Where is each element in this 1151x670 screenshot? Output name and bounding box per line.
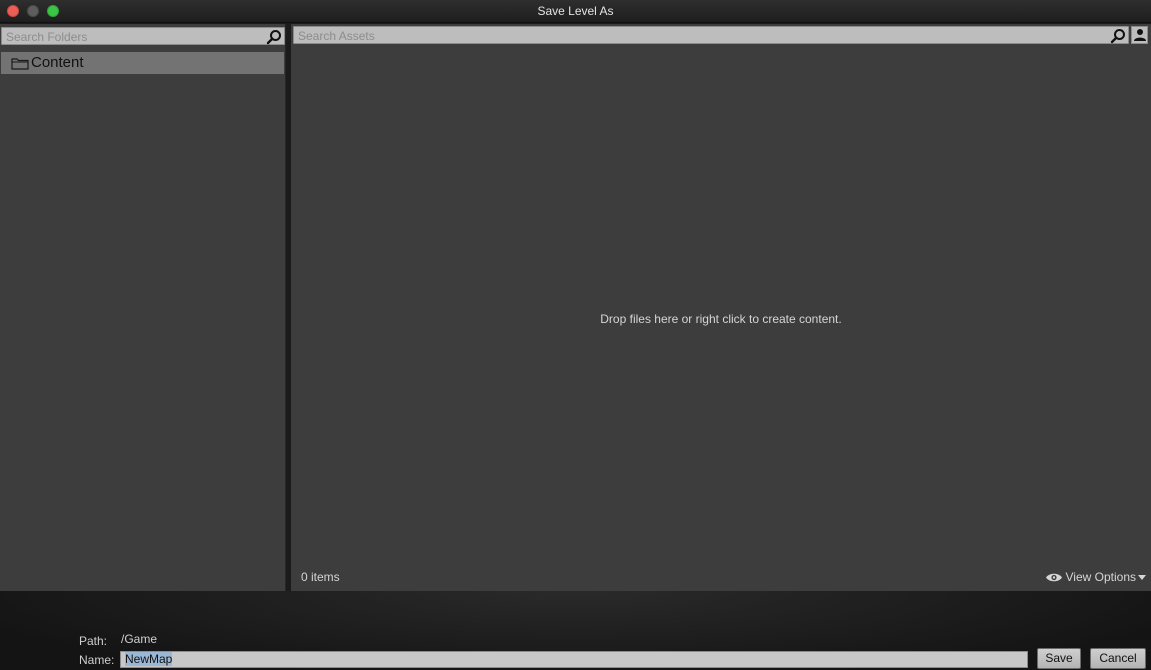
- folder-panel: Search Folders Content: [0, 24, 286, 591]
- search-assets-placeholder: Search Assets: [298, 29, 375, 43]
- name-field[interactable]: NewMap: [120, 651, 1028, 668]
- search-assets-input[interactable]: Search Assets: [293, 26, 1129, 44]
- path-value: /Game: [121, 632, 158, 646]
- folder-tree-item-label: Content: [31, 54, 84, 71]
- search-folders-placeholder: Search Folders: [6, 30, 88, 44]
- view-options-button[interactable]: View Options: [1045, 570, 1146, 584]
- asset-panel[interactable]: Search Assets Drop files here or right c…: [291, 24, 1151, 591]
- chevron-down-icon: [1138, 574, 1146, 580]
- save-footer: Path: /Game Name: NewMap Save Cancel: [0, 591, 1151, 670]
- item-count: 0 items: [301, 570, 340, 584]
- user-filter-button[interactable]: [1131, 26, 1148, 44]
- name-field-value: NewMap: [125, 652, 173, 666]
- window-title: Save Level As: [537, 4, 614, 18]
- user-icon: [1134, 29, 1146, 41]
- cancel-button[interactable]: Cancel: [1090, 648, 1146, 669]
- search-folders-input[interactable]: Search Folders: [1, 27, 285, 45]
- view-options-label: View Options: [1065, 570, 1136, 584]
- empty-content-message: Drop files here or right click to create…: [600, 312, 842, 326]
- folder-tree-item-content[interactable]: Content: [1, 52, 284, 74]
- search-icon[interactable]: [266, 29, 282, 45]
- save-button[interactable]: Save: [1037, 648, 1081, 669]
- eye-icon: [1045, 573, 1062, 581]
- path-label: Path:: [79, 634, 108, 648]
- folder-icon: [11, 58, 29, 70]
- search-icon[interactable]: [1110, 28, 1126, 44]
- name-label: Name:: [79, 653, 115, 667]
- title-bar: Save Level As: [0, 0, 1151, 23]
